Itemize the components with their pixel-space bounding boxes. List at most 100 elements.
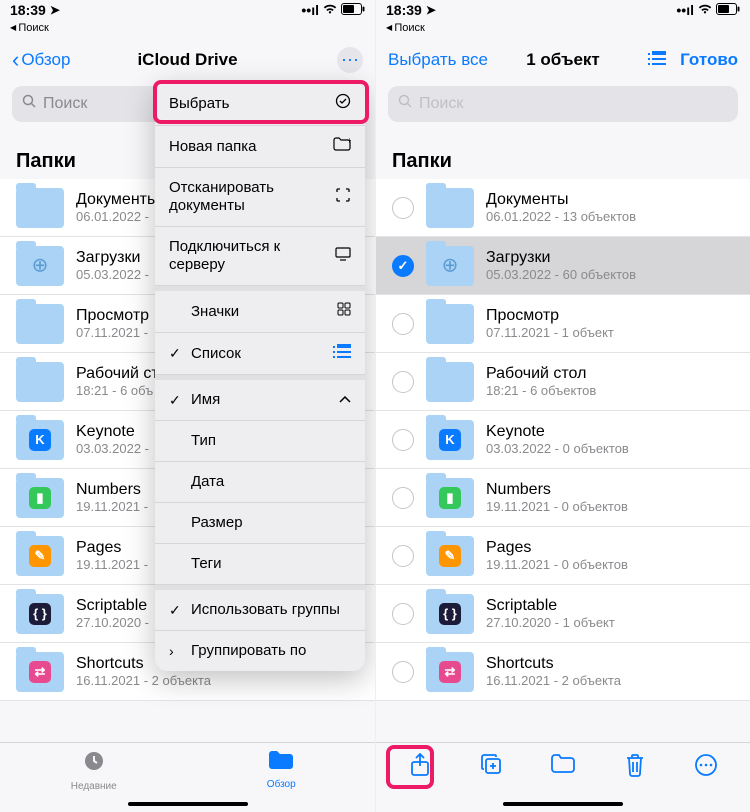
duplicate-button[interactable]	[471, 753, 511, 775]
menu-scan[interactable]: Отсканировать документы	[155, 168, 365, 227]
ellipsis-icon: ⋯	[341, 50, 359, 71]
selection-radio[interactable]	[392, 545, 414, 567]
checkmark-circle-icon	[335, 93, 351, 114]
search-input: Поиск	[388, 86, 738, 122]
menu-connect-server[interactable]: Подключиться к серверу	[155, 227, 365, 286]
folder-name: Numbers	[486, 481, 734, 499]
shortcuts-app-icon: ⇄	[29, 661, 51, 683]
menu-label: Использовать группы	[191, 601, 340, 619]
page-title: iCloud Drive	[137, 50, 237, 70]
shortcuts-folder-icon: ⇄	[426, 652, 474, 692]
folder-meta: 03.03.2022 - 0 объектов	[486, 441, 734, 456]
wifi-icon	[697, 2, 713, 18]
selection-toolbar	[376, 742, 750, 812]
delete-button[interactable]	[615, 753, 655, 777]
menu-label: Имя	[191, 391, 220, 409]
app-breadcrumb[interactable]: Поиск	[0, 20, 375, 38]
status-time: 18:39	[386, 2, 422, 18]
pages-folder-icon: ✎	[426, 536, 474, 576]
tab-recents[interactable]: Недавние	[0, 749, 188, 792]
scriptable-app-icon: { }	[439, 603, 461, 625]
menu-group-by[interactable]: ›Группировать по	[155, 631, 365, 671]
selection-radio[interactable]	[392, 661, 414, 683]
nav-bar: Выбрать все 1 объект Готово	[376, 38, 750, 82]
selection-radio[interactable]	[392, 313, 414, 335]
folder-row[interactable]: KKeynote03.03.2022 - 0 объектов	[376, 411, 750, 469]
folder-icon	[16, 188, 64, 228]
folder-row[interactable]: Рабочий стол18:21 - 6 объектов	[376, 353, 750, 411]
folder-row[interactable]: ⇄Shortcuts16.11.2021 - 2 объекта	[376, 643, 750, 701]
tab-bar: Недавние Обзор	[0, 742, 375, 812]
shortcuts-app-icon: ⇄	[439, 661, 461, 683]
keynote-folder-icon: K	[16, 420, 64, 460]
selection-radio[interactable]	[392, 371, 414, 393]
more-button[interactable]: ⋯	[337, 47, 363, 73]
back-label: Обзор	[21, 50, 70, 70]
menu-select[interactable]: Выбрать	[155, 82, 365, 126]
pages-app-icon: ✎	[439, 545, 461, 567]
numbers-app-icon: ▮	[439, 487, 461, 509]
tab-browse[interactable]: Обзор	[188, 749, 376, 790]
status-bar: 18:39 ➤ ••ıl	[376, 0, 750, 20]
folder-icon	[268, 749, 294, 777]
menu-label: Выбрать	[169, 95, 229, 113]
done-button[interactable]: Готово	[680, 50, 738, 70]
svg-text:+: +	[347, 137, 351, 145]
folder-name: Просмотр	[486, 307, 734, 325]
folder-name: Рабочий стол	[486, 365, 734, 383]
selection-radio[interactable]	[392, 603, 414, 625]
selection-radio[interactable]	[392, 255, 414, 277]
folder-row[interactable]: ▮Numbers19.11.2021 - 0 объектов	[376, 469, 750, 527]
home-indicator	[128, 802, 248, 806]
menu-sort-type[interactable]: Тип	[155, 421, 365, 462]
menu-sort-name[interactable]: ✓Имя	[155, 375, 365, 421]
more-button[interactable]	[686, 753, 726, 777]
app-breadcrumb[interactable]: Поиск	[376, 20, 750, 38]
menu-sort-tags[interactable]: Теги	[155, 544, 365, 585]
display-icon	[335, 247, 351, 266]
folder-row[interactable]: ✎Pages19.11.2021 - 0 объектов	[376, 527, 750, 585]
menu-use-groups[interactable]: ✓Использовать группы	[155, 585, 365, 631]
selection-radio[interactable]	[392, 429, 414, 451]
folder-name: Pages	[486, 539, 734, 557]
selection-count: 1 объект	[526, 50, 600, 70]
menu-label: Тип	[191, 432, 216, 450]
move-button[interactable]	[543, 753, 583, 773]
section-header-folders: Папки	[376, 132, 750, 179]
wifi-icon	[322, 2, 338, 18]
menu-sort-date[interactable]: Дата	[155, 462, 365, 503]
menu-label: Размер	[191, 514, 243, 532]
battery-icon	[341, 2, 365, 18]
folder-name: Shortcuts	[486, 655, 734, 673]
numbers-folder-icon: ▮	[16, 478, 64, 518]
menu-sort-size[interactable]: Размер	[155, 503, 365, 544]
download-folder-icon: ⊕	[426, 246, 474, 286]
download-app-icon: ⊕	[439, 255, 461, 277]
screen-select-mode: 18:39 ➤ ••ıl Поиск Выбрать все 1 объект …	[375, 0, 750, 812]
selection-radio[interactable]	[392, 197, 414, 219]
menu-view-icons[interactable]: Значки	[155, 286, 365, 333]
folder-name: Загрузки	[486, 249, 734, 267]
select-all-button[interactable]: Выбрать все	[388, 50, 488, 70]
scriptable-app-icon: { }	[29, 603, 51, 625]
battery-icon	[716, 2, 740, 18]
selection-radio[interactable]	[392, 487, 414, 509]
folder-row[interactable]: Просмотр07.11.2021 - 1 объект	[376, 295, 750, 353]
keynote-app-icon: K	[29, 429, 51, 451]
back-button[interactable]: ‹ Обзор	[12, 49, 70, 71]
signal-icon: ••ıl	[301, 2, 319, 18]
folder-row[interactable]: Документы06.01.2022 - 13 объектов	[376, 179, 750, 237]
folder-row[interactable]: { }Scriptable27.10.2020 - 1 объект	[376, 585, 750, 643]
list-view-icon[interactable]	[648, 51, 666, 70]
folder-meta: 07.11.2021 - 1 объект	[486, 325, 734, 340]
share-button[interactable]	[400, 753, 440, 777]
menu-view-list[interactable]: ✓Список	[155, 333, 365, 375]
folder-plus-icon: +	[333, 137, 351, 156]
folder-row[interactable]: ⊕Загрузки05.03.2022 - 60 объектов	[376, 237, 750, 295]
menu-new-folder[interactable]: Новая папка +	[155, 126, 365, 168]
menu-label: Теги	[191, 555, 222, 573]
folder-icon	[426, 304, 474, 344]
numbers-folder-icon: ▮	[426, 478, 474, 518]
folder-icon	[426, 188, 474, 228]
pages-app-icon: ✎	[29, 545, 51, 567]
